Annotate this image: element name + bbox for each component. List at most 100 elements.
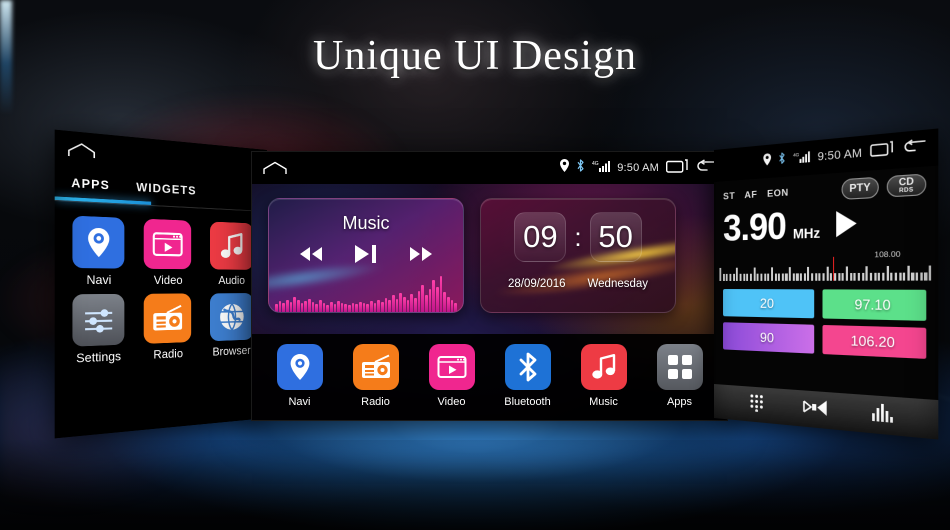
play-icon[interactable] [835, 210, 857, 238]
music-widget-title: Music [342, 213, 390, 233]
waveform-bar [450, 300, 454, 312]
waveform-bar [351, 303, 355, 312]
waveform-bar [340, 303, 344, 312]
tuning-tick [894, 272, 897, 281]
dock-label: Music [589, 396, 618, 408]
app-item-video[interactable]: Video [134, 218, 200, 287]
cd-button[interactable]: CD RDS [886, 173, 927, 198]
tuning-tick [822, 273, 825, 281]
tuning-tick [760, 273, 763, 281]
dock-item-radio[interactable]: Radio [350, 344, 402, 408]
frequency-unit: MHz [792, 224, 821, 242]
tuning-tick [869, 272, 873, 281]
clock-minutes: 50 [589, 212, 642, 262]
recents-icon[interactable] [665, 158, 688, 178]
dock-item-navi[interactable]: Navi [274, 344, 326, 408]
waveform-bar [289, 302, 293, 312]
recents-icon[interactable] [870, 141, 894, 163]
preset-button-3[interactable]: 90 [723, 322, 814, 354]
globe-icon [209, 293, 254, 342]
preset-button-1[interactable]: 20 [723, 289, 814, 319]
tuning-tick [719, 267, 722, 281]
dock-item-bluetooth[interactable]: Bluetooth [502, 344, 554, 408]
waveform-bar [311, 302, 315, 312]
tuning-tick [729, 273, 732, 281]
pty-button[interactable]: PTY [841, 176, 879, 200]
keypad-icon[interactable] [749, 392, 764, 417]
waveform-bar [435, 287, 439, 312]
cd-button-sublabel: RDS [899, 186, 914, 195]
waveform-bar [373, 303, 377, 312]
app-label: Navi [86, 273, 112, 288]
waveform-bar [333, 304, 337, 312]
waveform-bar [348, 305, 351, 312]
music-note-icon [209, 221, 254, 270]
left-device-screen: APPS WIDGETS Navi Video Audio Settings R… [54, 129, 267, 439]
tuning-tick [749, 273, 752, 281]
equalizer-icon[interactable] [871, 401, 894, 429]
tuning-tick [746, 273, 749, 281]
bluetooth-icon [778, 150, 786, 170]
tuning-tick [886, 265, 889, 281]
waveform-bar [402, 296, 406, 312]
app-grid-icon [656, 344, 703, 390]
dock-label: Video [437, 396, 466, 408]
speaker-icon[interactable] [803, 396, 828, 423]
music-note-icon [580, 344, 627, 390]
cd-button-label: CD [898, 175, 914, 188]
status-indicators: 4G 9:50 AM [560, 158, 717, 178]
waveform-bar [406, 299, 410, 312]
preset-button-4[interactable]: 106.20 [821, 324, 927, 359]
tuning-tick [877, 272, 881, 281]
preset-button-2[interactable]: 97.10 [821, 289, 927, 321]
rds-st: ST [723, 190, 736, 203]
home-icon[interactable] [67, 141, 97, 159]
tuning-tick [736, 267, 739, 281]
tuning-tick [857, 272, 860, 281]
left-app-grid: Navi Video Audio Settings Radio Browser [55, 201, 267, 367]
tuning-scale[interactable]: 108.00 [719, 248, 932, 281]
app-item-radio[interactable]: Radio [134, 293, 200, 362]
tuning-tick [882, 272, 885, 281]
back-arrow-icon[interactable] [902, 138, 927, 161]
home-icon[interactable] [262, 161, 288, 175]
rds-af: AF [744, 189, 758, 202]
tuning-tick [902, 272, 906, 281]
settings-sliders-icon [72, 293, 125, 347]
status-time: 9:50 AM [617, 162, 659, 174]
dock-item-apps[interactable]: Apps [654, 344, 706, 408]
clock-weekday: Wednesday [587, 278, 649, 290]
tuning-ticks [719, 262, 932, 281]
waveform-bar [322, 303, 326, 312]
dock-item-video[interactable]: Video [426, 344, 478, 408]
waveform-bar [439, 276, 443, 312]
music-widget[interactable]: Music [268, 198, 464, 313]
waveform-bar [399, 292, 402, 312]
app-label: Browser [212, 344, 251, 359]
preset-grid: 20 97.10 90 106.20 [714, 281, 938, 360]
status-time: 9:50 AM [817, 146, 863, 164]
tuning-tick [807, 266, 810, 281]
tuning-tick [792, 273, 795, 281]
tuning-tick [778, 273, 781, 281]
waveform-bar [285, 299, 289, 312]
dock-item-music[interactable]: Music [578, 344, 630, 408]
app-item-settings[interactable]: Settings [62, 293, 135, 367]
app-label: Video [153, 274, 183, 288]
app-item-navi[interactable]: Navi [62, 215, 135, 287]
scale-max-label: 108.00 [874, 248, 901, 260]
clock-widget[interactable]: 09 : 50 28/09/2016 Wednesday [480, 198, 676, 313]
tuning-tick [811, 273, 814, 281]
app-label: Radio [153, 347, 184, 362]
promo-banner: Unique UI Design APPS WIDGETS Navi Video… [0, 0, 950, 530]
svg-text:4G: 4G [592, 161, 599, 167]
tuning-tick [865, 266, 869, 281]
signal-4g-icon: 4G [592, 159, 611, 177]
waveform-bar [454, 303, 457, 312]
tuning-tick [739, 273, 742, 281]
tuning-tick [814, 273, 818, 281]
app-label: Audio [218, 274, 245, 288]
waveform-bar [417, 291, 421, 312]
bluetooth-icon [576, 159, 585, 177]
tuning-tick [796, 273, 799, 281]
